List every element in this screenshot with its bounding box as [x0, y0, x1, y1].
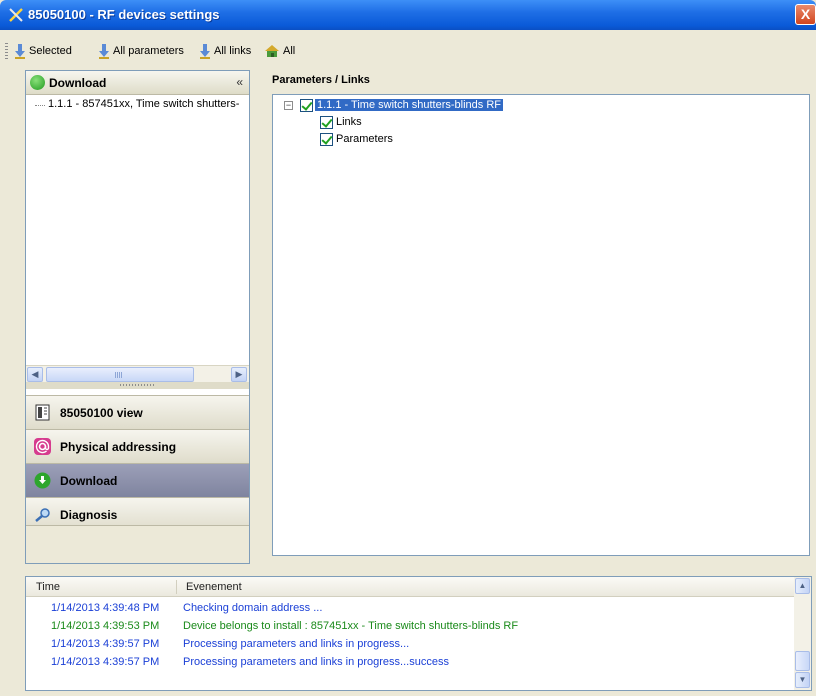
tree-node-parameters[interactable]: Parameters	[336, 133, 393, 145]
collapse-node-icon[interactable]: −	[284, 101, 293, 110]
nav-empty-area	[26, 525, 249, 563]
log-time: 1/14/2013 4:39:48 PM	[51, 602, 160, 614]
at-sign-icon	[34, 438, 51, 455]
parameters-checkbox[interactable]	[320, 133, 333, 146]
download-arrow-icon	[15, 44, 25, 59]
event-log: Time Evenement 1/14/2013 4:39:48 PM Chec…	[25, 576, 812, 691]
download-arrow-icon	[99, 44, 109, 59]
nav-download[interactable]: Download	[26, 463, 249, 497]
nav-physical-addressing[interactable]: Physical addressing	[26, 429, 249, 463]
log-row[interactable]: 1/14/2013 4:39:57 PM Processing paramete…	[26, 654, 794, 672]
title-bar: 85050100 - RF devices settings X	[0, 0, 816, 30]
tree-root-node[interactable]: 1.1.1 - Time switch shutters-blinds RF	[315, 99, 504, 111]
log-event: Device belongs to install : 857451xx - T…	[183, 620, 519, 632]
nav-physical-addressing-label: Physical addressing	[60, 440, 177, 454]
download-all-links-label: All links	[214, 45, 252, 57]
scroll-up-button[interactable]: ▲	[795, 578, 810, 594]
links-checkbox[interactable]	[320, 116, 333, 129]
log-header: Time Evenement	[26, 577, 794, 597]
device-tree: 1.1.1 - 857451xx, Time switch shutters-	[26, 95, 249, 365]
vertical-scrollbar[interactable]: ▲ ▼	[794, 577, 811, 690]
log-event: Processing parameters and links in progr…	[183, 638, 410, 650]
log-row[interactable]: 1/14/2013 4:39:48 PM Checking domain add…	[26, 600, 794, 618]
log-column-time[interactable]: Time	[36, 581, 60, 593]
download-all-button[interactable]: All	[264, 42, 295, 60]
download-all-parameters-label: All parameters	[113, 45, 184, 57]
scroll-down-button[interactable]: ▼	[795, 672, 810, 688]
parameters-links-tree: − 1.1.1 - Time switch shutters-blinds RF…	[272, 94, 810, 556]
product-view-icon	[35, 404, 50, 421]
nav-diagnosis-label: Diagnosis	[60, 508, 118, 522]
download-icon	[30, 75, 45, 90]
window-title: 85050100 - RF devices settings	[28, 7, 220, 22]
download-arrow-icon	[200, 44, 210, 59]
parameters-links-title: Parameters / Links	[272, 74, 370, 86]
nav-product-view-label: 85050100 view	[60, 406, 143, 420]
download-all-parameters-button[interactable]: All parameters	[98, 42, 184, 60]
device-tree-item[interactable]: 1.1.1 - 857451xx, Time switch shutters-	[48, 98, 239, 110]
log-time: 1/14/2013 4:39:53 PM	[51, 620, 160, 632]
tree-node-links[interactable]: Links	[336, 116, 362, 128]
scroll-left-button[interactable]: ◀	[27, 367, 43, 382]
download-selected-label: Selected	[29, 45, 72, 57]
scroll-thumb[interactable]	[46, 367, 194, 382]
toolbar-grip[interactable]	[5, 43, 8, 59]
magnifier-icon	[35, 508, 50, 522]
close-button[interactable]: X	[795, 4, 816, 25]
house-icon	[265, 45, 279, 57]
download-all-links-button[interactable]: All links	[199, 42, 251, 60]
left-panel-title: Download	[49, 76, 107, 90]
column-separator[interactable]	[176, 580, 177, 594]
log-time: 1/14/2013 4:39:57 PM	[51, 638, 160, 650]
toolbar: Selected All parameters All links All	[0, 39, 816, 63]
log-row[interactable]: 1/14/2013 4:39:57 PM Processing paramete…	[26, 636, 794, 654]
log-column-event[interactable]: Evenement	[186, 581, 242, 593]
nav-download-label: Download	[60, 474, 118, 488]
tools-icon	[9, 8, 23, 22]
download-all-label: All	[283, 45, 296, 57]
scroll-right-button[interactable]: ▶	[231, 367, 247, 382]
log-time: 1/14/2013 4:39:57 PM	[51, 656, 160, 668]
root-checkbox[interactable]	[300, 99, 313, 112]
left-panel: Download « 1.1.1 - 857451xx, Time switch…	[25, 70, 250, 564]
horizontal-scrollbar[interactable]: ◀ ▶	[26, 365, 249, 382]
collapse-chevron-icon[interactable]: «	[236, 75, 243, 89]
left-panel-header: Download «	[26, 71, 249, 95]
log-event: Processing parameters and links in progr…	[183, 656, 449, 668]
log-row[interactable]: 1/14/2013 4:39:53 PM Device belongs to i…	[26, 618, 794, 636]
log-event: Checking domain address ...	[183, 602, 323, 614]
download-icon	[34, 472, 51, 489]
tree-connector	[35, 105, 45, 106]
panel-splitter[interactable]	[26, 382, 249, 389]
download-selected-button[interactable]: Selected	[14, 42, 72, 60]
nav-product-view[interactable]: 85050100 view	[26, 395, 249, 429]
scroll-thumb[interactable]	[795, 651, 810, 671]
